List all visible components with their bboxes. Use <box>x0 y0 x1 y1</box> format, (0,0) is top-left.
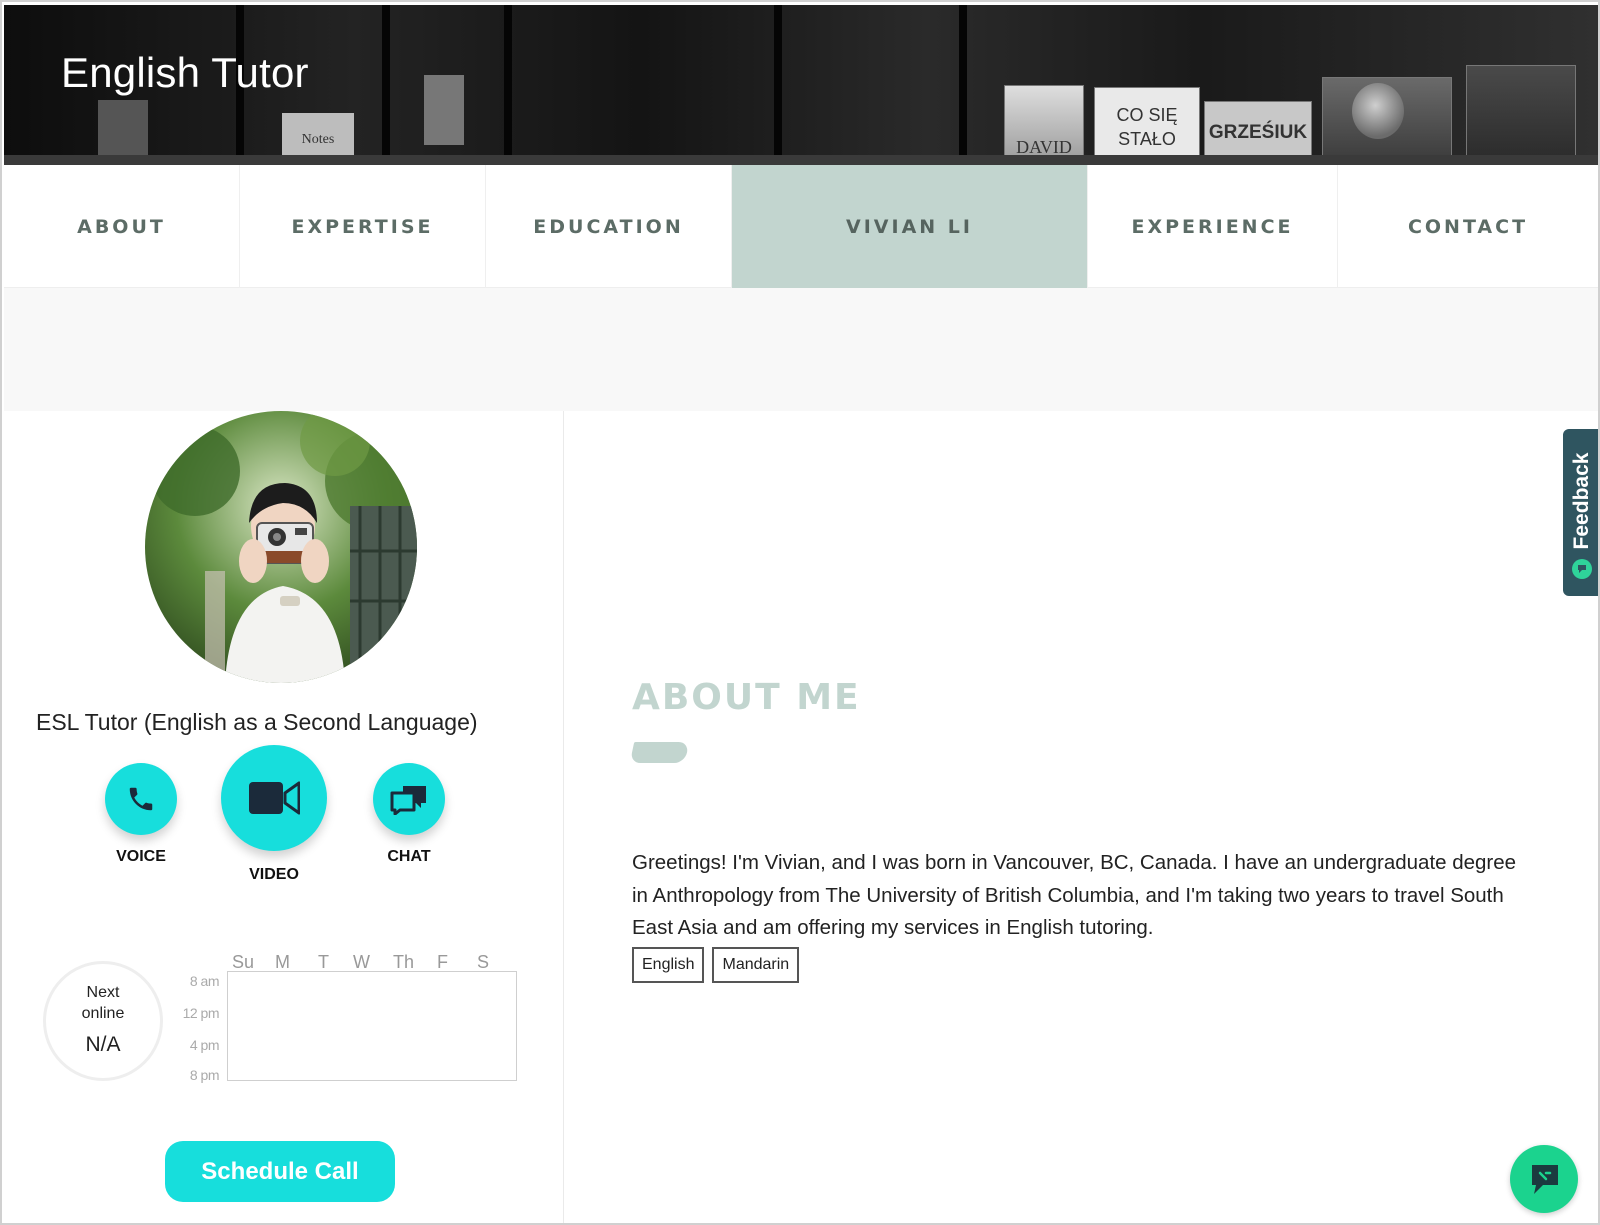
language-tag-english[interactable]: English <box>632 947 705 983</box>
feedback-icon <box>1572 559 1592 579</box>
nav-item-label: ABOUT <box>77 215 166 238</box>
nav-item-contact[interactable]: CONTACT <box>1338 165 1598 288</box>
brand-title[interactable]: English Tutor <box>61 49 309 97</box>
time-label: 8 am <box>189 973 220 989</box>
banner-picture <box>424 75 464 145</box>
page-frame: Notes DAVID CO SIĘ STAŁO GRZEŚIUK Englis… <box>0 0 1600 1225</box>
nav-item-vivian-li[interactable]: VIVIAN LI <box>732 165 1088 288</box>
feedback-icon-glyph <box>1578 565 1586 573</box>
day-label: W <box>353 952 370 972</box>
banner-book-text: STAŁO <box>1118 129 1176 149</box>
window-frame <box>774 5 782 165</box>
time-label: 12 pm <box>182 1005 220 1021</box>
avatar-photo <box>145 411 417 683</box>
chat-widget-icon <box>1532 1165 1558 1194</box>
schedule-call-button[interactable]: Schedule Call <box>165 1141 395 1202</box>
voice-call-button[interactable] <box>105 763 177 835</box>
day-label: F <box>437 952 448 972</box>
nav-item-label: CONTACT <box>1407 215 1529 238</box>
banner-book: DAVID <box>1004 85 1084 165</box>
tutor-title: ESL Tutor (English as a Second Language) <box>36 709 478 735</box>
time-label: 8 pm <box>189 1067 220 1083</box>
banner-shelf <box>4 155 1598 165</box>
language-tags: English Mandarin <box>632 947 800 983</box>
day-label: Th <box>393 952 415 972</box>
nav-item-label: VIVIAN LI <box>846 215 973 238</box>
banner-book <box>1466 65 1576 165</box>
nav-item-experience[interactable]: EXPERIENCE <box>1088 165 1338 288</box>
next-online-label: Next online <box>81 984 125 1022</box>
feedback-label: Feedback <box>1570 452 1593 550</box>
availability-grid <box>227 971 517 1081</box>
day-label: T <box>318 952 329 972</box>
video-camera-icon <box>249 781 300 815</box>
main-nav: ABOUT EXPERTISE EDUCATION VIVIAN LI EXPE… <box>4 165 1598 288</box>
chat-button[interactable] <box>373 763 445 835</box>
next-online-badge: Next online N/A <box>43 961 163 1081</box>
spacer-band <box>4 288 1598 411</box>
about-text: Greetings! I'm Vivian, and I was born in… <box>632 851 1517 939</box>
voice-label: VOICE <box>116 848 166 865</box>
feedback-tab[interactable]: Feedback <box>1563 429 1598 596</box>
banner-book-text: GRZEŚIUK <box>1208 122 1308 143</box>
banner-notes-card: Notes <box>282 113 354 161</box>
window-frame <box>382 5 390 165</box>
next-online-value: N/A <box>85 1033 121 1056</box>
avatar <box>145 411 417 683</box>
time-label: 4 pm <box>189 1037 220 1053</box>
banner-portrait <box>1352 83 1404 139</box>
language-tag-mandarin[interactable]: Mandarin <box>712 947 800 983</box>
banner-figure <box>98 100 148 160</box>
video-call-button[interactable] <box>221 745 327 851</box>
nav-item-education[interactable]: EDUCATION <box>486 165 732 288</box>
window-frame <box>959 5 967 165</box>
nav-item-label: EXPERTISE <box>291 215 434 238</box>
day-label: Su <box>232 952 255 972</box>
chat-widget-button[interactable] <box>1510 1145 1578 1213</box>
heading-accent-bar <box>629 742 690 763</box>
header-banner: Notes DAVID CO SIĘ STAŁO GRZEŚIUK Englis… <box>4 5 1598 165</box>
nav-item-expertise[interactable]: EXPERTISE <box>240 165 486 288</box>
nav-item-label: EXPERIENCE <box>1131 215 1294 238</box>
day-label: S <box>477 952 490 972</box>
about-heading: ABOUT ME <box>632 677 861 718</box>
window-frame <box>504 5 512 165</box>
nav-item-about[interactable]: ABOUT <box>4 165 240 288</box>
chat-label: CHAT <box>387 848 431 865</box>
profile-sidebar: ESL Tutor (English as a Second Language)… <box>4 411 564 1223</box>
video-label: VIDEO <box>249 866 299 883</box>
phone-icon <box>129 787 153 811</box>
day-label: M <box>275 952 290 972</box>
banner-notes-text: Notes <box>301 132 335 147</box>
banner-book-text: CO SIĘ <box>1116 105 1178 125</box>
nav-item-label: EDUCATION <box>533 215 684 238</box>
banner-book: CO SIĘ STAŁO <box>1094 87 1200 165</box>
chat-bubbles-icon <box>390 786 426 815</box>
